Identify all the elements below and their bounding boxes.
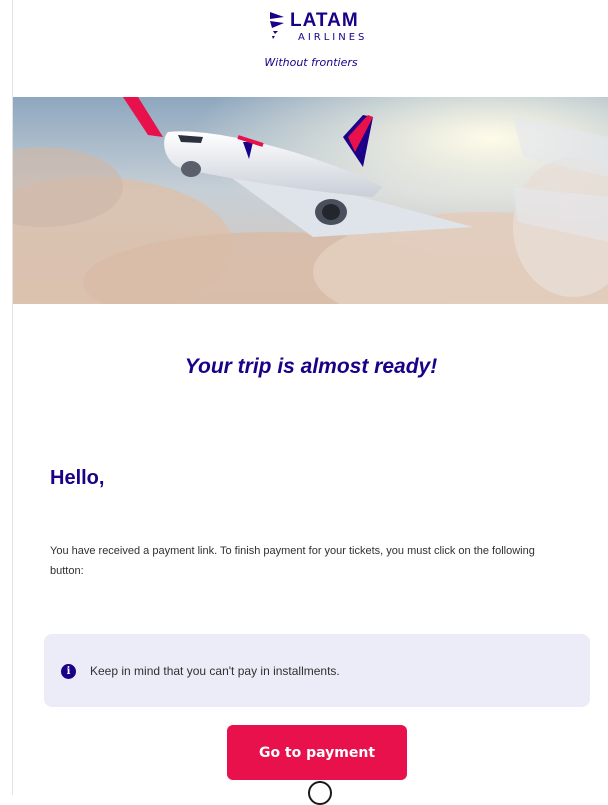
latam-logo-mark-icon bbox=[270, 12, 284, 39]
email-container: LATAM AIRLINES Without frontiers Your tr… bbox=[12, 0, 608, 805]
hero-image bbox=[13, 97, 608, 304]
email-header: LATAM AIRLINES Without frontiers bbox=[13, 0, 608, 96]
tagline: Without frontiers bbox=[264, 56, 358, 69]
page-title: Your trip is almost ready! bbox=[184, 355, 438, 378]
cursor-icon bbox=[308, 781, 332, 805]
message-body: You have received a payment link. To fin… bbox=[50, 545, 535, 577]
go-to-payment-button[interactable]: Go to payment bbox=[227, 725, 407, 780]
greeting: Hello, bbox=[50, 467, 105, 489]
logo-word: LATAM bbox=[290, 10, 359, 31]
info-icon: i bbox=[61, 664, 76, 679]
notice-text: Keep in mind that you can't pay in insta… bbox=[90, 664, 340, 678]
logo-subtitle: AIRLINES bbox=[298, 32, 368, 43]
notice-box: i Keep in mind that you can't pay in ins… bbox=[44, 634, 590, 707]
latam-logo[interactable]: LATAM AIRLINES bbox=[268, 10, 378, 46]
